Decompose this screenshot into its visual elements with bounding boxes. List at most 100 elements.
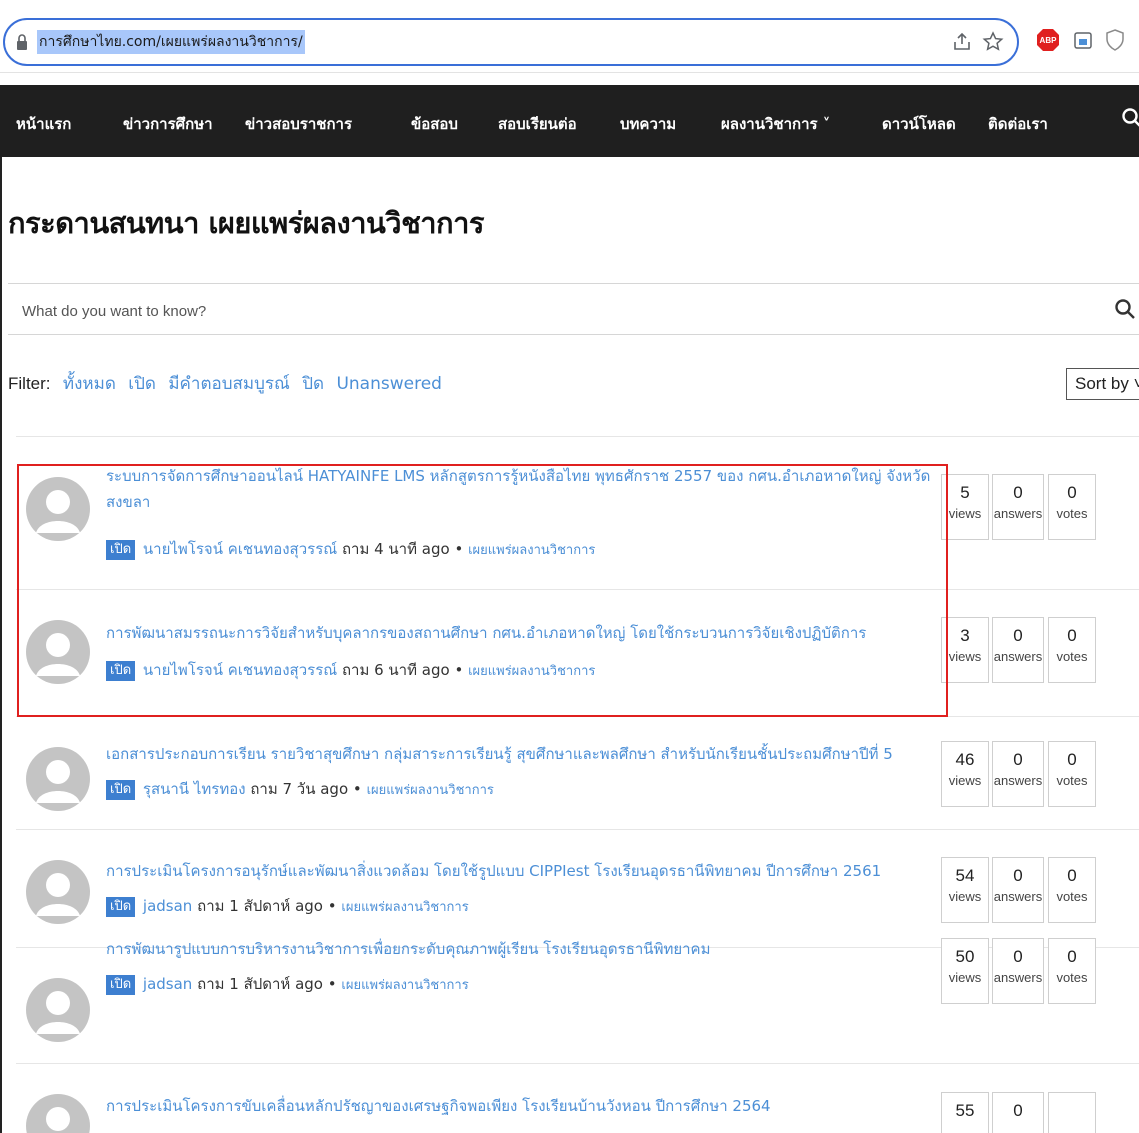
- question-row: การพัฒนารูปแบบการบริหารงานวิชาการเพื่อยก…: [16, 938, 1139, 1068]
- sort-dropdown[interactable]: Sort by ˅: [1066, 368, 1139, 400]
- views-number: 5: [960, 483, 970, 502]
- nav-academic-works[interactable]: ผลงานวิชาการ ˅: [721, 85, 830, 157]
- views-number: 55: [955, 1101, 975, 1120]
- nav-contact[interactable]: ติดต่อเรา: [988, 85, 1048, 157]
- answers-number: 0: [1013, 626, 1023, 645]
- nav-education-news[interactable]: ข่าวการศึกษา: [123, 85, 213, 157]
- category-link[interactable]: เผยแพร่ผลงานวิชาการ: [468, 664, 595, 679]
- asked-time: ถาม 1 สัปดาห์ ago: [197, 897, 323, 915]
- question-meta: เปิด รุสนานี ไทรทอง ถาม 7 วัน ago • เผยแ…: [106, 777, 494, 801]
- question-title[interactable]: การประเมินโครงการขับเคลื่อนหลักปรัชญาของ…: [106, 1093, 936, 1119]
- votes-label: votes: [1056, 649, 1088, 664]
- author-link[interactable]: jadsan: [143, 975, 192, 993]
- answers-count: 0 answers: [992, 938, 1044, 1004]
- nav-civil-exam-news[interactable]: ข่าวสอบราชการ: [245, 85, 352, 157]
- author-link[interactable]: นายไพโรจน์ คเชนทองสุวรรณ์: [143, 540, 337, 558]
- avatar-icon: [26, 978, 90, 1042]
- page-edge: [0, 157, 2, 1133]
- star-icon[interactable]: [981, 30, 1005, 54]
- views-label: views: [948, 889, 982, 904]
- question-title[interactable]: ระบบการจัดการศึกษาออนไลน์ HATYAINFE LMS …: [106, 463, 936, 515]
- views-number: 46: [955, 750, 975, 769]
- views-count: 55: [941, 1092, 989, 1133]
- views-count: 46 views: [941, 741, 989, 807]
- author-link[interactable]: นายไพโรจน์ คเชนทองสุวรรณ์: [143, 661, 337, 679]
- answers-label: answers: [993, 649, 1043, 664]
- adblock-icon[interactable]: ABP: [1036, 28, 1060, 52]
- answers-number: 0: [1013, 750, 1023, 769]
- answers-number: 0: [1013, 866, 1023, 885]
- share-icon[interactable]: [950, 30, 974, 54]
- question-meta: เปิด jadsan ถาม 1 สัปดาห์ ago • เผยแพร่ผ…: [106, 894, 469, 918]
- category-link[interactable]: เผยแพร่ผลงานวิชาการ: [341, 978, 468, 993]
- status-badge: เปิด: [106, 779, 136, 800]
- views-label: views: [948, 773, 982, 788]
- filter-bar: Filter: ทั้งหมด เปิด มีคำตอบสมบูรณ์ ปิด …: [8, 370, 442, 397]
- url-text[interactable]: การศึกษาไทย.com/เผยแพร่ผลงานวิชาการ/: [37, 30, 305, 54]
- views-count: 50 views: [941, 938, 989, 1004]
- answers-label: answers: [993, 970, 1043, 985]
- meta-dot: •: [454, 661, 464, 679]
- nav-home[interactable]: หน้าแรก: [16, 85, 71, 157]
- nav-articles[interactable]: บทความ: [620, 85, 676, 157]
- avatar-icon: [26, 620, 90, 684]
- votes-number: 0: [1067, 866, 1077, 885]
- filter-unanswered[interactable]: Unanswered: [336, 374, 442, 394]
- votes-number: 0: [1067, 947, 1077, 966]
- search-icon[interactable]: [1114, 298, 1136, 320]
- question-meta: เปิด jadsan ถาม 1 สัปดาห์ ago • เผยแพร่ผ…: [106, 972, 469, 996]
- filter-label: Filter:: [8, 374, 51, 393]
- nav-exams[interactable]: ข้อสอบ: [411, 85, 458, 157]
- votes-label: votes: [1056, 506, 1088, 521]
- answers-number: 0: [1013, 483, 1023, 502]
- search-input[interactable]: [20, 294, 1084, 328]
- svg-text:ABP: ABP: [1040, 36, 1058, 45]
- answers-label: answers: [993, 773, 1043, 788]
- lock-icon[interactable]: [15, 33, 29, 51]
- avatar-icon: [26, 1094, 90, 1133]
- question-title[interactable]: การพัฒนารูปแบบการบริหารงานวิชาการเพื่อยก…: [106, 936, 936, 962]
- status-badge: เปิด: [106, 660, 136, 681]
- votes-count: 0 votes: [1048, 617, 1096, 683]
- nav-further-study[interactable]: สอบเรียนต่อ: [498, 85, 577, 157]
- nav-download[interactable]: ดาวน์โหลด: [882, 85, 956, 157]
- address-bar[interactable]: การศึกษาไทย.com/เผยแพร่ผลงานวิชาการ/: [3, 18, 1019, 66]
- status-badge: เปิด: [106, 974, 136, 995]
- answers-count: 0 answers: [992, 741, 1044, 807]
- question-title[interactable]: การพัฒนาสมรรถนะการวิจัยสำหรับบุคลากรของส…: [106, 620, 936, 646]
- question-row: เอกสารประกอบการเรียน รายวิชาสุขศึกษา กลุ…: [16, 717, 1139, 837]
- answers-count: 0: [992, 1092, 1044, 1133]
- filter-closed[interactable]: ปิด: [302, 374, 324, 394]
- views-number: 54: [955, 866, 975, 885]
- meta-dot: •: [327, 975, 337, 993]
- category-link[interactable]: เผยแพร่ผลงานวิชาการ: [341, 900, 468, 915]
- question-title[interactable]: เอกสารประกอบการเรียน รายวิชาสุขศึกษา กลุ…: [106, 741, 936, 767]
- category-link[interactable]: เผยแพร่ผลงานวิชาการ: [367, 783, 494, 798]
- answers-count: 0 answers: [992, 617, 1044, 683]
- browser-toolbar: การศึกษาไทย.com/เผยแพร่ผลงานวิชาการ/ ABP: [0, 0, 1139, 72]
- filter-resolved[interactable]: มีคำตอบสมบูรณ์: [168, 374, 289, 394]
- category-link[interactable]: เผยแพร่ผลงานวิชาการ: [468, 543, 595, 558]
- extension-icon[interactable]: [1071, 28, 1095, 52]
- shield-icon[interactable]: [1103, 28, 1127, 52]
- avatar-icon: [26, 747, 90, 811]
- search-icon[interactable]: [1121, 107, 1139, 129]
- answers-number: 0: [1013, 1101, 1023, 1120]
- question-title[interactable]: การประเมินโครงการอนุรักษ์และพัฒนาสิ่งแวด…: [106, 858, 936, 884]
- question-meta: เปิด นายไพโรจน์ คเชนทองสุวรรณ์ ถาม 4 นาท…: [106, 537, 595, 561]
- votes-count: 0 votes: [1048, 741, 1096, 807]
- filter-open[interactable]: เปิด: [128, 374, 156, 394]
- asked-time: ถาม 1 สัปดาห์ ago: [197, 975, 323, 993]
- author-link[interactable]: รุสนานี ไทรทอง: [143, 780, 246, 798]
- filter-all[interactable]: ทั้งหมด: [63, 374, 116, 394]
- avatar-icon: [26, 860, 90, 924]
- answers-label: answers: [993, 506, 1043, 521]
- author-link[interactable]: jadsan: [143, 897, 192, 915]
- asked-time: ถาม 4 นาที ago: [341, 540, 450, 558]
- meta-dot: •: [352, 780, 362, 798]
- status-badge: เปิด: [106, 896, 136, 917]
- votes-label: votes: [1056, 773, 1088, 788]
- views-label: views: [948, 649, 982, 664]
- views-label: views: [948, 970, 982, 985]
- asked-time: ถาม 7 วัน ago: [250, 780, 349, 798]
